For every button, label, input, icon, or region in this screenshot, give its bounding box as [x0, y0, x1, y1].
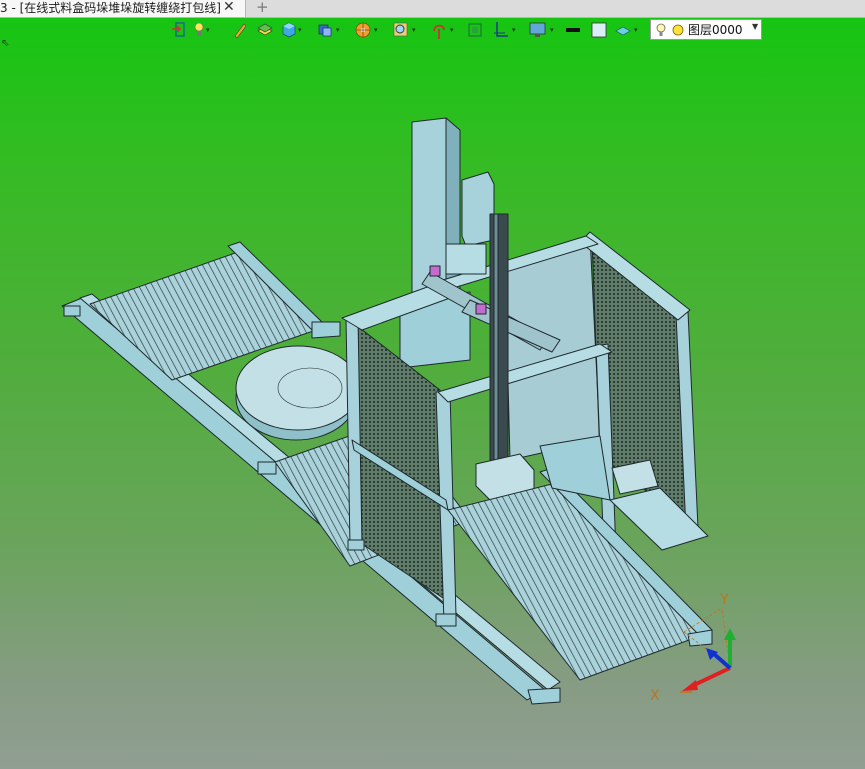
- foot-2: [257, 461, 277, 475]
- z-axis-arrow: [712, 652, 732, 670]
- view-dropdown[interactable]: ▾: [336, 26, 340, 34]
- pivot-icon[interactable]: [430, 19, 448, 41]
- foot-6: [347, 539, 365, 551]
- plane-icon[interactable]: [614, 19, 632, 41]
- column-box: [461, 171, 495, 247]
- vertical-axis: [489, 213, 509, 465]
- solid-dropdown[interactable]: ▾: [298, 26, 302, 34]
- carriage: [445, 243, 487, 275]
- new-tab-icon[interactable]: +: [256, 0, 269, 16]
- gripper-marker-2: [475, 303, 487, 315]
- y-axis-label: Y: [720, 592, 729, 608]
- cursor-icon: ⇖: [1, 38, 10, 49]
- display-dropdown[interactable]: ▾: [550, 26, 554, 34]
- turntable: [235, 345, 361, 431]
- render-dropdown[interactable]: ▾: [374, 26, 378, 34]
- pen-icon[interactable]: [232, 19, 248, 41]
- document-tab[interactable]: 3 - [在线式料盒码垛堆垛旋转缠绕打包线] ✕: [0, 0, 246, 17]
- pivot-dropdown[interactable]: ▾: [450, 26, 454, 34]
- fill-color-swatch-icon[interactable]: [590, 19, 608, 41]
- fit-view-icon[interactable]: [466, 19, 484, 41]
- foot-1: [63, 305, 81, 317]
- layers-stack-icon[interactable]: [256, 19, 274, 41]
- section-dropdown[interactable]: ▾: [512, 26, 516, 34]
- foot-4: [435, 613, 457, 627]
- vertical-axis-lite: [493, 213, 499, 465]
- layer-status-icon: [672, 24, 684, 36]
- axis-triad: Y X: [640, 588, 750, 708]
- tab-strip: 3 - [在线式料盒码垛堆垛旋转缠绕打包线] ✕ +: [0, 0, 865, 18]
- layer-select[interactable]: 图层0000 ▼: [650, 19, 762, 40]
- plane-dropdown[interactable]: ▾: [634, 26, 638, 34]
- solid-cube-icon[interactable]: [280, 19, 298, 41]
- foot-3: [527, 687, 561, 705]
- display-monitor-icon[interactable]: [528, 19, 548, 41]
- exit-icon[interactable]: [170, 19, 188, 41]
- bulb-icon: [656, 23, 684, 36]
- render-wheel-icon[interactable]: [354, 19, 372, 41]
- light-dropdown[interactable]: ▾: [206, 26, 210, 34]
- section-plane-icon[interactable]: [492, 19, 510, 41]
- gripper-marker-1: [429, 265, 441, 277]
- zoom-icon[interactable]: [392, 19, 410, 41]
- chevron-down-icon[interactable]: ▼: [752, 22, 758, 31]
- line-color-swatch-icon[interactable]: [564, 19, 582, 41]
- x-axis-label: X: [650, 688, 660, 704]
- x-axis-arrow: [691, 666, 731, 688]
- document-tab-title: 3 - [在线式料盒码垛堆垛旋转缠绕打包线]: [0, 1, 221, 15]
- view-cube-icon[interactable]: [316, 19, 334, 41]
- layer-name: 图层0000: [688, 23, 743, 37]
- infeed-end: [311, 321, 341, 339]
- close-tab-icon[interactable]: ✕: [223, 0, 235, 16]
- light-icon[interactable]: [192, 19, 206, 41]
- zoom-dropdown[interactable]: ▾: [412, 26, 416, 34]
